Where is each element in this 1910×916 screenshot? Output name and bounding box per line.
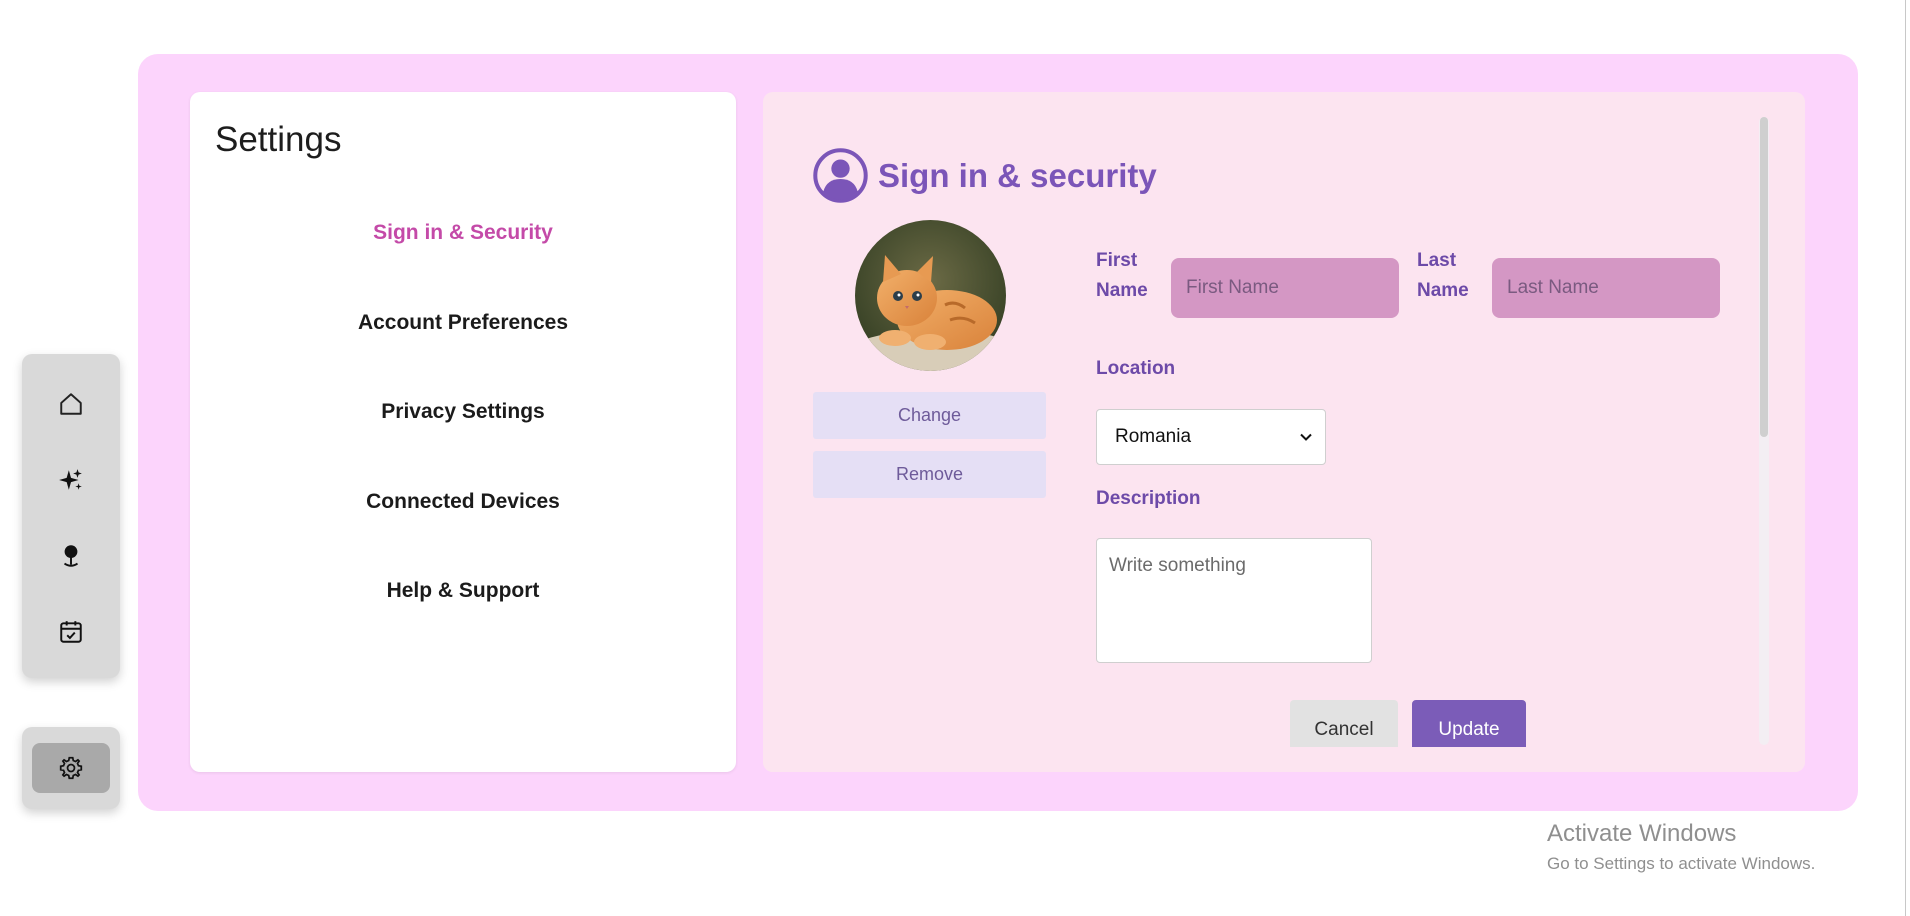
chevron-down-icon <box>1300 433 1312 441</box>
change-photo-button[interactable]: Change <box>813 392 1046 439</box>
nav-item-account-preferences[interactable]: Account Preferences <box>190 311 736 335</box>
section-title: Sign in & security <box>878 156 1157 194</box>
last-name-input[interactable] <box>1492 258 1720 318</box>
page-title: Settings <box>215 120 342 159</box>
content-clip <box>763 747 1805 772</box>
first-name-label-line1: First <box>1096 250 1138 271</box>
description-placeholder: Write something <box>1109 555 1246 576</box>
description-label: Description <box>1096 488 1201 509</box>
nav-item-sign-in-security[interactable]: Sign in & Security <box>190 221 736 245</box>
map-pin-icon[interactable] <box>22 526 120 586</box>
scrollbar-thumb[interactable] <box>1760 117 1768 437</box>
watermark-subtitle: Go to Settings to activate Windows. <box>1547 854 1816 873</box>
main-container: Settings Sign in & Security Account Pref… <box>138 54 1858 811</box>
page: Settings Sign in & Security Account Pref… <box>0 0 1910 916</box>
user-circle-icon <box>813 148 868 203</box>
description-textarea[interactable]: Write something <box>1096 538 1372 663</box>
scrollbar[interactable] <box>1759 117 1769 745</box>
settings-nav-card: Settings Sign in & Security Account Pref… <box>190 92 736 772</box>
last-name-label-line2: Name <box>1417 280 1469 301</box>
nav-item-help-support[interactable]: Help & Support <box>190 579 736 603</box>
sidebar-bottom <box>22 727 120 809</box>
sparkles-icon[interactable] <box>22 450 120 510</box>
nav-item-privacy-settings[interactable]: Privacy Settings <box>190 400 736 424</box>
watermark-title: Activate Windows <box>1547 820 1737 847</box>
activate-windows-watermark: Activate Windows Go to Settings to activ… <box>1547 820 1815 874</box>
avatar <box>855 220 1006 371</box>
gear-icon <box>59 756 83 780</box>
home-icon[interactable] <box>22 374 120 434</box>
sidebar-rail <box>22 354 120 678</box>
content-panel: Sign in & security Change Remove First N… <box>763 92 1805 772</box>
location-label: Location <box>1096 358 1176 379</box>
first-name-label: First Name <box>1096 246 1148 306</box>
window-edge <box>1905 0 1906 916</box>
first-name-label-line2: Name <box>1096 280 1148 301</box>
section-header: Sign in & security <box>813 148 1157 203</box>
last-name-label: Last Name <box>1417 246 1469 306</box>
remove-photo-button[interactable]: Remove <box>813 451 1046 498</box>
last-name-label-line1: Last <box>1417 250 1457 271</box>
location-select[interactable]: Romania <box>1096 409 1326 465</box>
settings-button[interactable] <box>32 743 110 793</box>
calendar-check-icon[interactable] <box>22 602 120 662</box>
first-name-input[interactable] <box>1171 258 1399 318</box>
nav-item-connected-devices[interactable]: Connected Devices <box>190 490 736 514</box>
location-value: Romania <box>1115 426 1192 447</box>
